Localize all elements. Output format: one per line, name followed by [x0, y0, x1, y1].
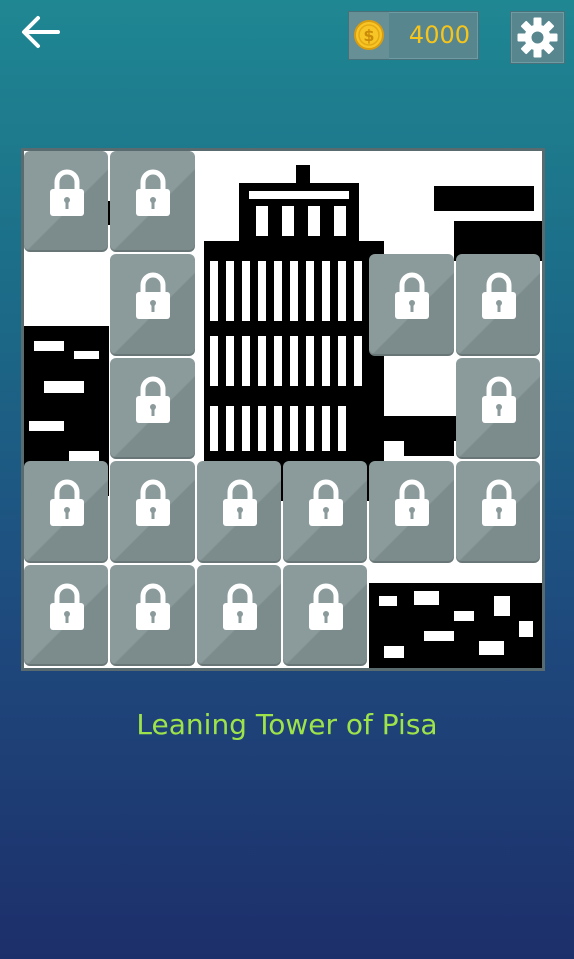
puzzle-board	[21, 148, 545, 671]
locked-tile[interactable]	[455, 357, 540, 460]
coin-icon: $	[349, 12, 389, 59]
locked-tile[interactable]	[24, 461, 109, 563]
locked-tile[interactable]	[283, 461, 368, 563]
locked-tile[interactable]	[369, 254, 454, 356]
locked-tile[interactable]	[369, 461, 454, 563]
puzzle-title: Leaning Tower of Pisa	[136, 708, 438, 741]
padlock-icon	[50, 169, 84, 216]
locked-tile[interactable]	[24, 151, 109, 253]
coin-balance: $ 4000	[348, 11, 479, 60]
locked-tile[interactable]	[455, 461, 540, 563]
padlock-icon	[136, 479, 171, 527]
padlock-icon	[136, 272, 171, 320]
padlock-icon	[395, 479, 430, 527]
padlock-icon	[136, 583, 171, 630]
padlock-icon	[50, 583, 84, 630]
locked-tile[interactable]	[196, 564, 281, 666]
padlock-icon	[481, 479, 516, 527]
locked-tile[interactable]	[110, 151, 195, 253]
locked-tile[interactable]	[110, 357, 195, 460]
padlock-icon	[309, 583, 343, 630]
padlock-icon	[395, 272, 430, 320]
padlock-icon	[309, 479, 343, 527]
padlock-icon	[222, 479, 257, 527]
coin-count: 4000	[408, 21, 470, 49]
padlock-icon	[222, 583, 257, 630]
back-arrow-icon	[22, 16, 60, 48]
locked-tile[interactable]	[110, 564, 195, 666]
gear-icon	[517, 17, 558, 58]
padlock-icon	[481, 272, 516, 320]
padlock-icon	[481, 376, 516, 423]
back-button[interactable]	[20, 14, 62, 50]
locked-tile[interactable]	[196, 461, 281, 563]
settings-button[interactable]	[510, 11, 565, 64]
locked-tile[interactable]	[24, 564, 109, 666]
svg-text:$: $	[363, 26, 374, 45]
locked-tile[interactable]	[110, 254, 195, 356]
padlock-icon	[136, 169, 171, 216]
locked-tile[interactable]	[455, 254, 540, 356]
padlock-icon	[136, 376, 171, 423]
puzzle-image	[24, 151, 542, 668]
locked-tile[interactable]	[283, 564, 368, 666]
locked-tile[interactable]	[110, 461, 195, 563]
padlock-icon	[50, 479, 84, 527]
